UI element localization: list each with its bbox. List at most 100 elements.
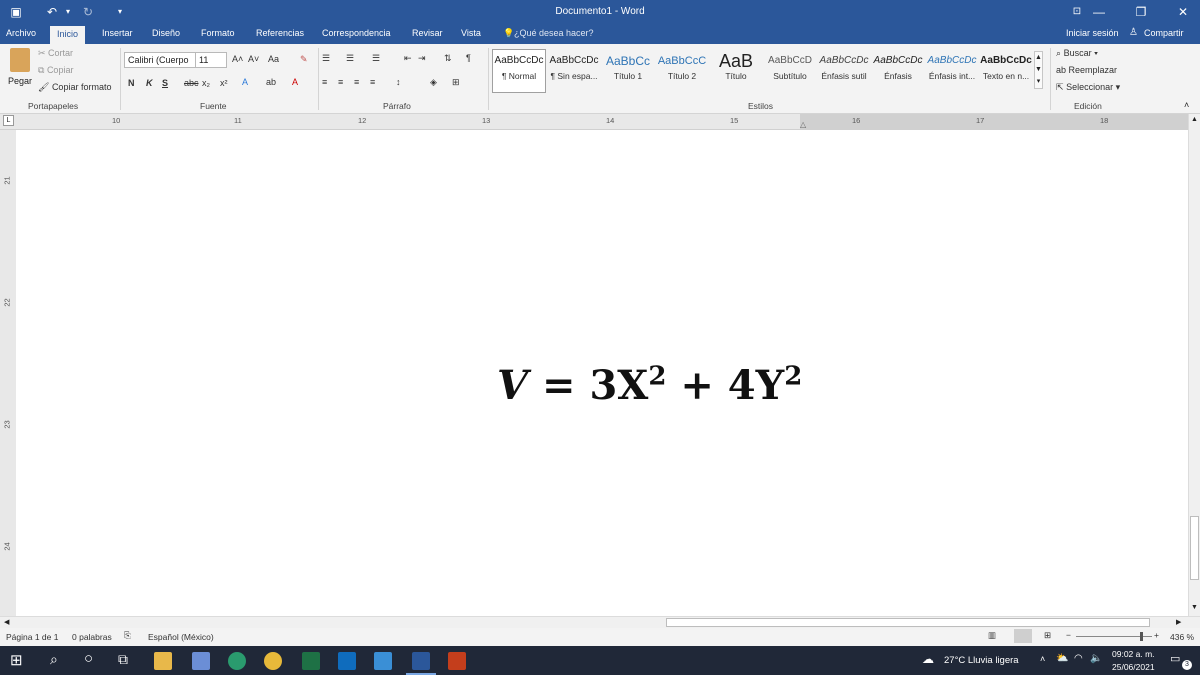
tray-chevron-icon[interactable]: ˄ xyxy=(1040,654,1045,664)
font-name-select[interactable]: Calibri (Cuerpo xyxy=(124,52,196,68)
print-layout-icon[interactable] xyxy=(1014,629,1032,643)
onedrive-icon[interactable]: ⛅ xyxy=(1056,653,1068,664)
vertical-scrollbar[interactable]: ▲ ▼ xyxy=(1188,114,1200,616)
tell-me-search[interactable]: ¿Qué desea hacer? xyxy=(514,28,594,38)
align-center-icon[interactable]: ≡ xyxy=(338,77,343,87)
style-titulo-1[interactable]: AaBbCc Título 1 xyxy=(601,51,655,89)
style-texto-en-negrita[interactable]: AaBbCcDc Texto en n... xyxy=(979,51,1033,89)
tab-revisar[interactable]: Revisar xyxy=(410,24,445,44)
zoom-level[interactable]: 436 % xyxy=(1170,632,1194,642)
cortana-icon[interactable]: ○ xyxy=(84,650,93,667)
highlight-icon[interactable]: ab xyxy=(266,77,276,87)
shrink-font-icon[interactable]: A˅ xyxy=(248,54,259,64)
excel-icon[interactable] xyxy=(302,652,320,670)
select-button[interactable]: ⇱ Seleccionar ▾ xyxy=(1056,82,1120,93)
signin-link[interactable]: Iniciar sesión xyxy=(1066,28,1119,38)
grow-font-icon[interactable]: A˄ xyxy=(232,54,243,64)
sort-icon[interactable]: ⇅ xyxy=(444,53,452,64)
increase-indent-icon[interactable]: ⇥ xyxy=(418,53,426,64)
superscript-button[interactable]: x² xyxy=(220,78,228,88)
justify-icon[interactable]: ≡ xyxy=(370,77,375,87)
vertical-ruler[interactable]: 21 22 23 24 xyxy=(0,130,16,616)
underline-button[interactable]: S xyxy=(162,78,168,88)
tab-diseno[interactable]: Diseño xyxy=(150,24,182,44)
tab-selector-icon[interactable]: L xyxy=(3,115,14,126)
horizontal-scrollbar[interactable]: ◀ ▶ xyxy=(0,616,1200,628)
close-icon[interactable]: ✕ xyxy=(1166,0,1200,24)
decrease-indent-icon[interactable]: ⇤ xyxy=(404,53,412,64)
font-color-icon[interactable]: A xyxy=(292,77,298,87)
collapse-ribbon-icon[interactable]: ˄ xyxy=(1184,100,1189,110)
paste-button[interactable]: Pegar xyxy=(6,48,36,86)
tab-archivo[interactable]: Archivo xyxy=(4,24,38,44)
scroll-left-icon[interactable]: ◀ xyxy=(4,618,9,626)
tab-formato[interactable]: Formato xyxy=(199,24,237,44)
proofing-icon[interactable]: ⎘ xyxy=(124,630,131,641)
zoom-slider-thumb[interactable] xyxy=(1140,632,1143,641)
store-icon[interactable] xyxy=(192,652,210,670)
multilevel-list-icon[interactable]: ☰ xyxy=(372,53,380,64)
mail-icon[interactable] xyxy=(374,652,392,670)
bullets-icon[interactable]: ☰ xyxy=(322,53,330,64)
tab-inicio[interactable]: Inicio xyxy=(50,26,86,44)
clear-format-icon[interactable]: ✎ xyxy=(300,54,308,65)
change-case-button[interactable]: Aa xyxy=(268,54,279,64)
replace-button[interactable]: ab Reemplazar xyxy=(1056,65,1117,75)
style-titulo-2[interactable]: AaBbCcC Título 2 xyxy=(655,51,709,89)
word-icon[interactable] xyxy=(412,652,430,670)
scroll-up-icon[interactable]: ▲ xyxy=(1191,116,1198,123)
page-count[interactable]: Página 1 de 1 xyxy=(6,632,58,642)
zoom-out-icon[interactable]: − xyxy=(1066,630,1071,640)
equation[interactable]: V = 3X2 + 4Y2 xyxy=(497,362,837,422)
borders-icon[interactable]: ⊞ xyxy=(452,77,460,88)
italic-button[interactable]: K xyxy=(146,78,153,88)
copy-button[interactable]: ⧉ Copiar xyxy=(38,65,73,76)
style-enfasis[interactable]: AaBbCcDc Énfasis xyxy=(871,51,925,89)
align-left-icon[interactable]: ≡ xyxy=(322,77,327,87)
horizontal-ruler[interactable]: L 10 11 12 13 14 15 16 17 18 △ xyxy=(0,114,1200,130)
outlook-icon[interactable] xyxy=(338,652,356,670)
line-spacing-icon[interactable]: ↕ xyxy=(396,77,401,87)
tab-referencias[interactable]: Referencias xyxy=(254,24,306,44)
web-layout-icon[interactable]: ⊞ xyxy=(1044,630,1051,641)
chrome-icon[interactable] xyxy=(264,652,282,670)
windows-start-icon[interactable]: ⊞ xyxy=(10,651,23,669)
vertical-scroll-thumb[interactable] xyxy=(1190,516,1199,580)
scroll-down-icon[interactable]: ▼ xyxy=(1191,604,1198,611)
style-enfasis-sutil[interactable]: AaBbCcDc Énfasis sutil xyxy=(817,51,871,89)
task-view-icon[interactable]: ⧉ xyxy=(118,651,128,668)
right-indent-marker-icon[interactable]: △ xyxy=(800,120,806,129)
clock-date[interactable]: 25/06/2021 xyxy=(1112,662,1155,672)
minimize-icon[interactable]: — xyxy=(1082,0,1116,24)
style-normal[interactable]: AaBbCcDc ¶ Normal xyxy=(492,51,546,89)
file-explorer-icon[interactable] xyxy=(154,652,172,670)
tab-insertar[interactable]: Insertar xyxy=(100,24,135,44)
find-button[interactable]: ⌕ Buscar ▾ xyxy=(1056,48,1098,59)
network-icon[interactable]: ◠ xyxy=(1074,653,1083,664)
restore-icon[interactable]: ❐ xyxy=(1124,0,1158,24)
edge-icon[interactable] xyxy=(228,652,246,670)
style-enfasis-intenso[interactable]: AaBbCcDc Énfasis int... xyxy=(925,51,979,89)
notification-icon[interactable]: ▭ xyxy=(1170,652,1180,665)
style-titulo[interactable]: AaB Título xyxy=(709,51,763,89)
show-marks-icon[interactable]: ¶ xyxy=(466,53,471,63)
styles-gallery-scroll[interactable]: ▲ ▼ ▾ xyxy=(1034,51,1043,89)
strikethrough-button[interactable]: abc xyxy=(184,78,199,88)
shading-icon[interactable]: ◈ xyxy=(430,77,437,88)
powerpoint-icon[interactable] xyxy=(448,652,466,670)
text-effects-icon[interactable]: A xyxy=(242,77,248,87)
volume-icon[interactable]: 🔈 xyxy=(1090,653,1102,664)
tab-vista[interactable]: Vista xyxy=(459,24,483,44)
numbering-icon[interactable]: ☰ xyxy=(346,53,354,64)
horizontal-scroll-thumb[interactable] xyxy=(666,618,1150,627)
language-indicator[interactable]: Español (México) xyxy=(148,632,214,642)
share-button[interactable]: Compartir xyxy=(1144,28,1184,38)
style-sin-espaciado[interactable]: AaBbCcDc ¶ Sin espa... xyxy=(547,51,601,89)
bold-button[interactable]: N xyxy=(128,78,135,88)
scroll-right-icon[interactable]: ▶ xyxy=(1176,618,1181,626)
align-right-icon[interactable]: ≡ xyxy=(354,77,359,87)
read-mode-icon[interactable]: ▥ xyxy=(988,630,996,641)
word-count[interactable]: 0 palabras xyxy=(72,632,112,642)
search-icon[interactable]: ⌕ xyxy=(50,651,58,668)
tab-correspondencia[interactable]: Correspondencia xyxy=(320,24,393,44)
